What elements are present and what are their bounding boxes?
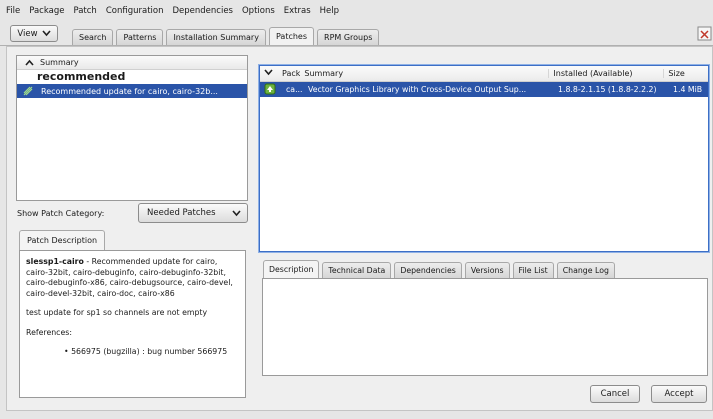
tab-change-log[interactable]: Change Log — [556, 262, 615, 278]
tab-dependencies[interactable]: Dependencies — [394, 262, 462, 278]
tab-search[interactable]: Search — [72, 29, 114, 45]
tab-rpm-groups[interactable]: RPM Groups — [317, 29, 380, 45]
view-button-label: View — [17, 28, 38, 39]
menu-package[interactable]: Package — [29, 6, 64, 16]
table-row[interactable]: ca... Vector Graphics Library with Cross… — [260, 82, 708, 97]
package-summary: Vector Graphics Library with Cross-Devic… — [308, 85, 527, 94]
tab-patch-description[interactable]: Patch Description — [19, 230, 106, 250]
list-item[interactable]: Recommended update for cairo, cairo-32b.… — [17, 84, 247, 98]
menu-extras[interactable]: Extras — [284, 6, 311, 16]
tab-versions[interactable]: Versions — [464, 262, 510, 278]
tab-installation-summary[interactable]: Installation Summary — [166, 29, 266, 45]
package-name: ca... — [286, 85, 303, 94]
installed-column-header[interactable]: Installed (Available) — [548, 69, 663, 78]
menu-file[interactable]: File — [6, 6, 20, 16]
patch-category-label: Show Patch Category: — [17, 209, 105, 218]
patch-category-select[interactable]: Needed Patches — [138, 203, 248, 223]
patch-description-text: slessp1-cairo - Recommended update for c… — [19, 250, 246, 398]
summary-header-label: Summary — [40, 58, 79, 67]
patch-name: slessp1-cairo — [26, 257, 84, 266]
references-label: References: — [26, 327, 72, 337]
menu-configuration[interactable]: Configuration — [106, 6, 164, 16]
patch-summary-list[interactable]: Summary recommended Recommended update f… — [16, 55, 248, 201]
menu-options[interactable]: Options — [242, 6, 275, 16]
pack-column-header[interactable]: Pack — [282, 69, 300, 78]
chevron-down-icon — [232, 209, 241, 216]
chevron-down-icon — [41, 30, 51, 37]
details-tabs: Description Technical Data Dependencies … — [263, 260, 618, 278]
group-title: recommended — [37, 70, 126, 83]
tab-technical-data[interactable]: Technical Data — [322, 262, 392, 278]
accept-button[interactable]: Accept — [651, 385, 707, 403]
view-tabs: Search Patterns Installation Summary Pat… — [72, 27, 382, 45]
chevron-down-icon — [264, 69, 273, 76]
reference-link[interactable]: • 566975 (bugzilla) : bug number 566975 — [26, 347, 239, 358]
update-icon[interactable] — [260, 83, 282, 97]
close-view-icon[interactable] — [697, 25, 713, 42]
tab-patches[interactable]: Patches — [268, 27, 315, 45]
chevron-up-icon — [25, 59, 34, 66]
menu-bar: File Package Patch Configuration Depende… — [0, 0, 713, 22]
package-version: 1.8.8-2.1.15 (1.8.8-2.2.2) — [558, 85, 657, 94]
status-column-header[interactable] — [260, 69, 282, 78]
menu-help[interactable]: Help — [320, 6, 339, 16]
tab-description[interactable]: Description — [263, 260, 320, 278]
menu-dependencies[interactable]: Dependencies — [172, 6, 233, 16]
patch-note: test update for sp1 so channels are not … — [26, 308, 208, 317]
package-size: 1.4 MiB — [673, 85, 703, 94]
tab-patterns[interactable]: Patterns — [116, 29, 164, 45]
list-item-label: Recommended update for cairo, cairo-32b.… — [41, 86, 218, 96]
view-button[interactable]: View — [10, 25, 58, 42]
tab-file-list[interactable]: File List — [512, 262, 554, 278]
table-header: Pack Summary Installed (Available) Size — [260, 66, 708, 82]
size-column-header[interactable]: Size — [663, 69, 701, 78]
cancel-button[interactable]: Cancel — [590, 385, 640, 403]
menu-patch[interactable]: Patch — [73, 6, 96, 16]
summary-column-header[interactable]: Summary — [300, 69, 548, 78]
reference-text: 566975 (bugzilla) : bug number 566975 — [71, 347, 228, 356]
patch-category-value: Needed Patches — [147, 208, 216, 218]
summary-column-header[interactable]: Summary — [17, 56, 247, 70]
patch-icon — [23, 86, 33, 96]
package-table[interactable]: Pack Summary Installed (Available) Size … — [259, 65, 709, 252]
details-content — [262, 278, 708, 376]
